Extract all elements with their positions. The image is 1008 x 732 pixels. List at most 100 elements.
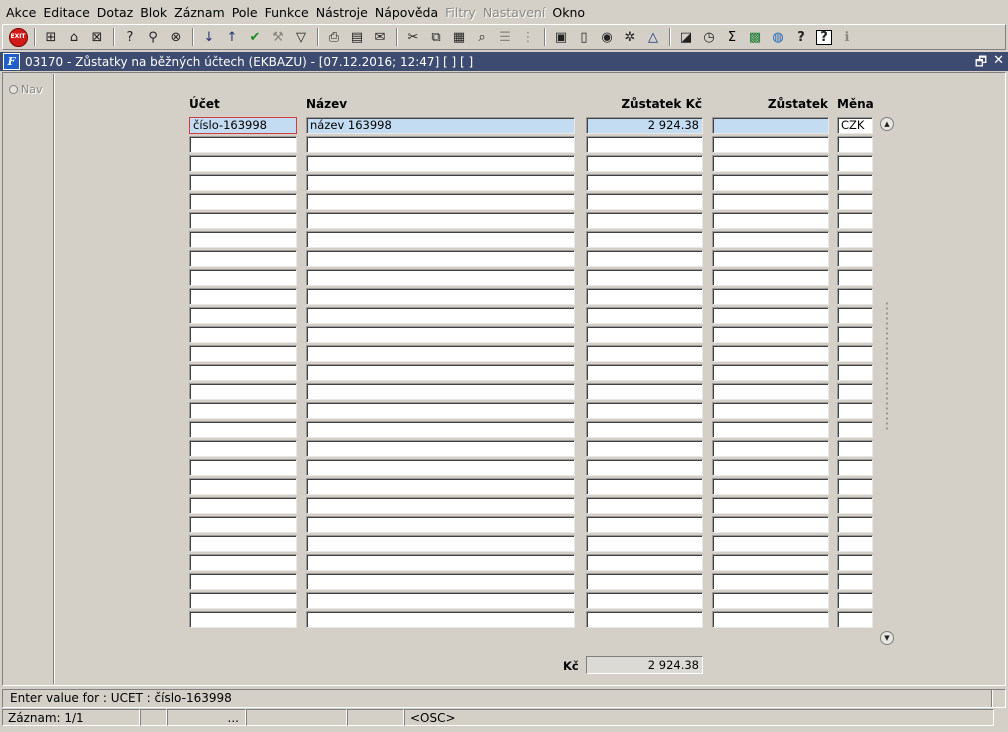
excel-button[interactable]: ▩ (744, 26, 766, 48)
insert-record-button[interactable]: ⊞ (40, 26, 62, 48)
web-button[interactable]: ◍ (767, 26, 789, 48)
cell-mena[interactable] (837, 288, 873, 305)
filter-button[interactable]: ▽ (290, 26, 312, 48)
warning-button[interactable]: △ (642, 26, 664, 48)
cell-nazev[interactable] (306, 573, 575, 590)
cell-zustatek[interactable] (712, 516, 829, 533)
cell-zustatek-kc[interactable] (586, 440, 703, 457)
cell-zustatek[interactable] (712, 269, 829, 286)
globe-button[interactable]: ◉ (596, 26, 618, 48)
cell-nazev[interactable] (306, 402, 575, 419)
cell-ucet[interactable] (189, 364, 297, 381)
cell-mena[interactable] (837, 573, 873, 590)
cell-nazev[interactable] (306, 554, 575, 571)
cell-nazev[interactable] (306, 136, 575, 153)
cell-nazev[interactable] (306, 231, 575, 248)
cell-mena[interactable]: CZK (837, 117, 873, 134)
cell-nazev[interactable] (306, 516, 575, 533)
vertical-scrollbar[interactable]: ▲ ▼ (880, 117, 894, 647)
cell-zustatek-kc[interactable] (586, 212, 703, 229)
cell-nazev[interactable] (306, 592, 575, 609)
paste-button[interactable]: ▦ (448, 26, 470, 48)
cell-nazev[interactable] (306, 364, 575, 381)
cell-ucet[interactable] (189, 535, 297, 552)
info-button[interactable]: ℹ (836, 26, 858, 48)
cell-zustatek[interactable] (712, 117, 829, 134)
scroll-track[interactable] (885, 301, 889, 431)
cell-nazev[interactable] (306, 421, 575, 438)
cell-zustatek[interactable] (712, 440, 829, 457)
menu-5[interactable]: Pole (230, 5, 263, 20)
cell-nazev[interactable] (306, 459, 575, 476)
cell-ucet[interactable] (189, 174, 297, 191)
menu-0[interactable]: Akce (4, 5, 41, 20)
cell-zustatek-kc[interactable] (586, 402, 703, 419)
scroll-down-icon[interactable]: ▼ (880, 631, 894, 645)
cell-nazev[interactable] (306, 478, 575, 495)
cell-zustatek[interactable] (712, 250, 829, 267)
cell-ucet[interactable] (189, 497, 297, 514)
cell-nazev[interactable] (306, 345, 575, 362)
cell-nazev[interactable] (306, 307, 575, 324)
cell-mena[interactable] (837, 269, 873, 286)
cell-ucet[interactable] (189, 440, 297, 457)
cell-ucet[interactable] (189, 288, 297, 305)
cell-zustatek[interactable] (712, 193, 829, 210)
tools-button[interactable]: ⚒ (267, 26, 289, 48)
cell-mena[interactable] (837, 611, 873, 628)
cell-ucet[interactable] (189, 136, 297, 153)
cell-zustatek-kc[interactable] (586, 155, 703, 172)
cell-nazev[interactable] (306, 497, 575, 514)
cell-nazev[interactable] (306, 440, 575, 457)
cell-ucet[interactable] (189, 383, 297, 400)
cell-zustatek[interactable] (712, 231, 829, 248)
cell-mena[interactable] (837, 155, 873, 172)
cell-mena[interactable] (837, 364, 873, 381)
cell-zustatek[interactable] (712, 364, 829, 381)
commit-check-button[interactable]: ✔ (244, 26, 266, 48)
cell-ucet[interactable] (189, 402, 297, 419)
cell-zustatek[interactable] (712, 592, 829, 609)
menu-6[interactable]: Funkce (263, 5, 314, 20)
tree-button[interactable]: ⋮ (517, 26, 539, 48)
cell-mena[interactable] (837, 136, 873, 153)
nav-radio[interactable]: Nav (9, 83, 42, 96)
delete-record-button[interactable]: ⊠ (86, 26, 108, 48)
cell-nazev[interactable] (306, 174, 575, 191)
scroll-up-icon[interactable]: ▲ (880, 117, 894, 131)
cell-ucet[interactable] (189, 193, 297, 210)
cell-zustatek-kc[interactable] (586, 193, 703, 210)
cell-ucet[interactable] (189, 155, 297, 172)
cell-mena[interactable] (837, 478, 873, 495)
cell-zustatek-kc[interactable] (586, 231, 703, 248)
cell-zustatek-kc[interactable] (586, 516, 703, 533)
cell-mena[interactable] (837, 250, 873, 267)
sort-descending-button[interactable]: ↑ (221, 26, 243, 48)
cell-zustatek-kc[interactable] (586, 345, 703, 362)
cell-mena[interactable] (837, 497, 873, 514)
cell-ucet[interactable] (189, 231, 297, 248)
cell-mena[interactable] (837, 459, 873, 476)
cell-mena[interactable] (837, 440, 873, 457)
context-help-button[interactable]: ? (813, 26, 835, 48)
cell-zustatek-kc[interactable] (586, 307, 703, 324)
execute-query-button[interactable]: ⚲ (142, 26, 164, 48)
cell-zustatek[interactable] (712, 288, 829, 305)
cell-zustatek-kc[interactable] (586, 250, 703, 267)
cell-zustatek-kc[interactable] (586, 611, 703, 628)
menu-8[interactable]: Nápověda (373, 5, 443, 20)
cell-zustatek-kc[interactable]: 2 924.38 (586, 117, 703, 134)
menu-7[interactable]: Nástroje (314, 5, 373, 20)
menu-2[interactable]: Dotaz (95, 5, 138, 20)
cell-zustatek[interactable] (712, 155, 829, 172)
cell-mena[interactable] (837, 345, 873, 362)
cell-ucet[interactable]: číslo-163998 (189, 117, 297, 134)
cell-zustatek-kc[interactable] (586, 478, 703, 495)
cell-mena[interactable] (837, 402, 873, 419)
cell-mena[interactable] (837, 326, 873, 343)
menu-1[interactable]: Editace (41, 5, 94, 20)
cell-ucet[interactable] (189, 554, 297, 571)
cell-nazev[interactable] (306, 326, 575, 343)
cell-zustatek[interactable] (712, 136, 829, 153)
cell-mena[interactable] (837, 516, 873, 533)
